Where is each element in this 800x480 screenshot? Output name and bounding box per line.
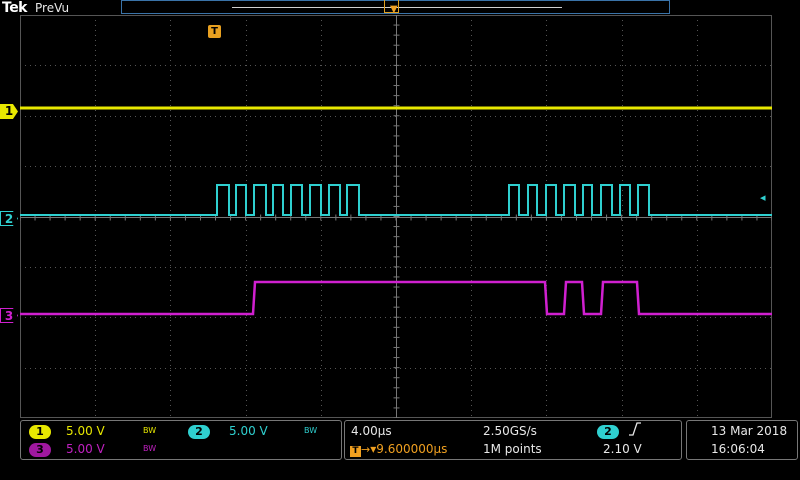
grid [20,15,772,418]
trigger-position-icon[interactable]: ▼ [390,4,398,15]
rising-edge-icon [628,422,642,439]
horizontal-delay-readout[interactable]: ▾9.600000µs [370,442,447,456]
time-readout: 16:06:04 [711,442,765,456]
ch2-scale[interactable]: 5.00 V [229,424,268,438]
ch1-bandwidth-icon: BW [143,426,157,435]
trigger-level-readout[interactable]: 2.10 V [603,442,642,456]
ch1-ground-marker[interactable]: 1 [0,104,18,119]
ch2-ground-marker[interactable]: 2 [0,211,18,226]
acquisition-mode: PreVu [35,1,70,15]
trigger-time-marker[interactable]: T [208,25,221,38]
ch3-scale[interactable]: 5.00 V [66,442,105,456]
trigger-source-badge[interactable]: 2 [597,425,619,439]
trigger-t-icon: T [350,446,361,457]
ch2-badge[interactable]: 2 [188,425,210,439]
ch3-bandwidth-icon: BW [143,444,157,453]
ch1-scale[interactable]: 5.00 V [66,424,105,438]
tek-logo: Tek [2,0,28,16]
trigger-level-icon[interactable]: ◂ [760,191,766,204]
ch3-ground-marker[interactable]: 3 [0,308,18,323]
datetime-panel: 13 Mar 2018 16:06:04 [686,420,798,460]
channel-readout-panel[interactable]: 1 5.00 V BW 2 5.00 V BW 3 5.00 V BW [20,420,342,460]
ch1-badge[interactable]: 1 [29,425,51,439]
graticule[interactable] [20,15,772,418]
ch2-bandwidth-icon: BW [304,426,318,435]
horizontal-trigger-panel[interactable]: 4.00µs 2.50GS/s 2 T →▾9.600000µs 1M point… [344,420,682,460]
sample-rate-readout: 2.50GS/s [483,424,537,438]
date-readout: 13 Mar 2018 [711,424,788,438]
record-length-readout[interactable]: 1M points [483,442,542,456]
ch3-badge[interactable]: 3 [29,443,51,457]
timebase-readout[interactable]: 4.00µs [351,424,392,438]
